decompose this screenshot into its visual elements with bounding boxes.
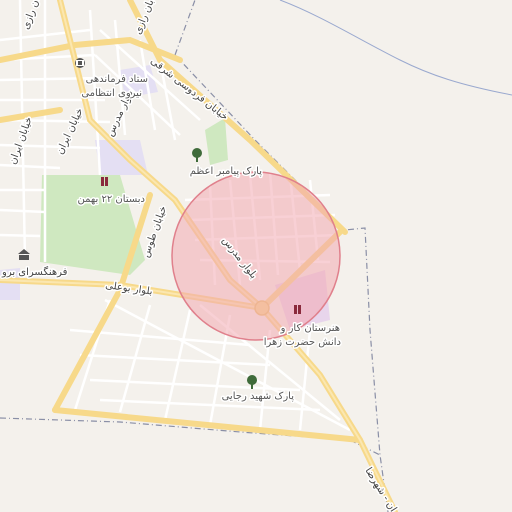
highlight-circle[interactable] [171,171,341,341]
poi-school-zahra-line1: هنرستان کار و [280,323,340,334]
poi-park-rajaei: پارک شهید رجایی [222,391,295,402]
poi-school-zahra-line2: دانش حضرت زهرا [264,337,341,348]
poi-park-payambar: پارک پیامبر اعظم [190,166,263,177]
road-label-farhangsara: فرهنگسرای برو [1,266,68,278]
poi-school-bahman: دبستان ۲۲ بهمن [78,194,145,205]
police-icon[interactable] [75,58,85,68]
map-svg[interactable]: بلوار مدرس بلوار مدرس بلوار بوعلی خیابان… [0,0,512,512]
map-canvas[interactable]: بلوار مدرس بلوار مدرس بلوار بوعلی خیابان… [0,0,512,512]
poi-hq-line1: ستاد فرماندهی [86,74,148,85]
poi-hq-line2: نیروی انتظامی [81,88,142,99]
